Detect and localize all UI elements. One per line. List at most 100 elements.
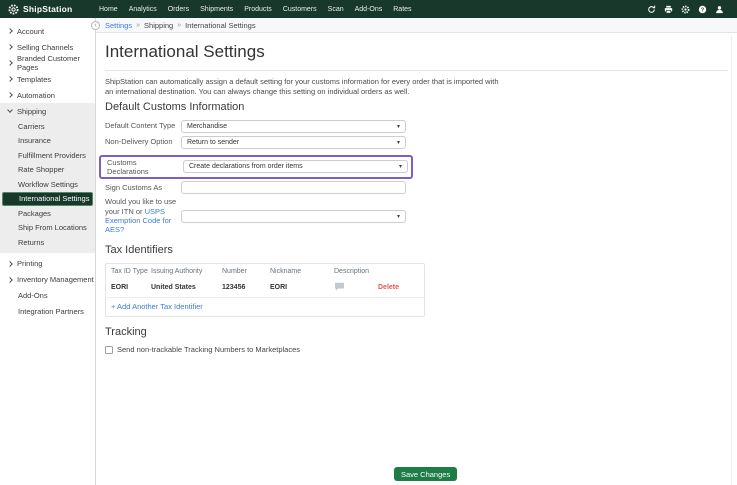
field-non-delivery-option: Non-Delivery Option Return to sender ▾ <box>105 135 728 149</box>
tracking-checkbox[interactable] <box>105 345 113 354</box>
sidebar-item-carriers[interactable]: Carriers <box>0 119 95 134</box>
sidebar-item-label: Packages <box>18 208 51 218</box>
caret-down-icon: ▾ <box>396 213 400 220</box>
sidebar-item-inventory-management[interactable]: Inventory Management <box>0 272 95 288</box>
sidebar-item-returns[interactable]: Returns <box>0 235 95 250</box>
select-value: Create declarations from order items <box>189 163 303 171</box>
cell-description <box>334 282 378 294</box>
sidebar-item-label: Integration Partners <box>18 307 84 316</box>
sidebar-item-integration-partners[interactable]: Integration Partners <box>0 304 95 320</box>
scrollbar-track[interactable] <box>731 36 737 485</box>
sidebar-item-insurance[interactable]: Insurance <box>0 134 95 149</box>
refresh-icon[interactable] <box>647 5 656 14</box>
sidebar-item-label: Returns <box>18 237 45 247</box>
table-header-row: Tax ID Type Issuing Authority Number Nic… <box>106 264 424 278</box>
customs-declarations-select[interactable]: Create declarations from order items ▾ <box>183 160 408 174</box>
sidebar-item-selling-channels[interactable]: Selling Channels <box>0 39 95 55</box>
printer-icon[interactable] <box>664 5 673 14</box>
sidebar-item-automation[interactable]: Automation <box>0 87 95 103</box>
sidebar-item-fulfillment-providers[interactable]: Fulfillment Providers <box>0 148 95 163</box>
sidebar-item-templates[interactable]: Templates <box>0 71 95 87</box>
sidebar-item-label: Insurance <box>18 136 51 146</box>
sidebar-item-label: Templates <box>17 74 52 84</box>
delete-tax-identifier-link[interactable]: Delete <box>378 284 419 291</box>
chevron-right-icon <box>7 276 13 283</box>
nav-orders[interactable]: Orders <box>168 6 189 13</box>
non-delivery-option-select[interactable]: Return to sender ▾ <box>181 135 406 149</box>
chevron-right-icon <box>7 260 13 267</box>
user-icon[interactable] <box>715 5 724 14</box>
default-content-type-select[interactable]: Merchandise ▾ <box>181 119 406 133</box>
breadcrumb-current: International Settings <box>185 20 256 30</box>
sidebar-item-printing[interactable]: Printing <box>0 256 95 272</box>
chevron-right-icon <box>7 44 13 50</box>
field-itn-exemption: Would you like to use your ITN or USPS E… <box>105 197 728 235</box>
nav-products[interactable]: Products <box>244 6 272 13</box>
sidebar-item-label: Branded Customer Pages <box>17 54 80 72</box>
sidebar-item-label: Ship From Locations <box>18 223 87 233</box>
tax-identifiers-table: Tax ID Type Issuing Authority Number Nic… <box>105 262 425 318</box>
chevron-down-icon <box>7 107 13 113</box>
gear-icon[interactable] <box>681 5 690 14</box>
field-label-text: Would you like to use your ITN or <box>105 197 177 216</box>
customs-section-heading: Default Customs Information <box>105 100 245 113</box>
tracking-checkbox-label[interactable]: Send non-trackable Tracking Numbers to M… <box>117 345 300 354</box>
chevron-right-icon <box>7 76 13 82</box>
sidebar-item-label: Fulfillment Providers <box>18 150 86 160</box>
cell-issuing-authority: United States <box>151 284 196 292</box>
sidebar-item-shipping[interactable]: Shipping <box>0 103 95 119</box>
breadcrumb-separator: » <box>177 21 182 29</box>
sidebar-item-rate-shopper[interactable]: Rate Shopper <box>0 163 95 178</box>
chevron-right-icon <box>7 28 13 34</box>
sidebar-item-label: Shipping <box>17 106 47 116</box>
nav-analytics[interactable]: Analytics <box>129 6 157 13</box>
breadcrumb-shipping[interactable]: Shipping <box>144 21 173 30</box>
field-label: Customs Declarations <box>107 157 149 176</box>
sidebar-item-label: Automation <box>17 90 55 100</box>
col-issuing-authority: Issuing Authority <box>151 267 203 275</box>
sidebar-item-label: Rate Shopper <box>18 165 65 175</box>
nav-home[interactable]: Home <box>99 6 118 13</box>
field-sign-customs-as: Sign Customs As <box>105 181 728 195</box>
main-panel: International Settings ShipStation can a… <box>96 33 737 354</box>
tracking-section-heading: Tracking <box>105 326 147 339</box>
sidebar-collapse-toggle[interactable]: ‹ <box>91 21 100 30</box>
save-changes-button[interactable]: Save Changes <box>394 467 458 481</box>
add-tax-identifier-link[interactable]: + Add Another Tax Identifier <box>106 298 424 316</box>
sidebar-item-ship-from-locations[interactable]: Ship From Locations <box>0 221 95 236</box>
sidebar-item-label: Workflow Settings <box>18 179 78 189</box>
svg-text:?: ? <box>701 7 704 13</box>
field-default-content-type: Default Content Type Merchandise ▾ <box>105 119 728 133</box>
page-title: International Settings <box>105 42 728 71</box>
comment-icon[interactable] <box>334 282 345 291</box>
sidebar-item-account[interactable]: Account <box>0 23 95 39</box>
sidebar-item-branded-customer-pages[interactable]: Branded Customer Pages <box>0 54 95 72</box>
breadcrumb-settings[interactable]: Settings <box>105 21 132 30</box>
sign-customs-as-input[interactable] <box>181 181 406 195</box>
shipstation-logo[interactable]: ShipStation <box>0 3 99 15</box>
sidebar-item-international-settings[interactable]: International Settings <box>2 191 93 206</box>
chevron-right-icon <box>7 92 13 98</box>
nav-shipments[interactable]: Shipments <box>200 6 233 13</box>
help-icon[interactable]: ? <box>698 5 707 14</box>
itn-exemption-select[interactable]: ▾ <box>181 209 406 223</box>
sidebar-item-packages[interactable]: Packages <box>0 206 95 221</box>
shipstation-gear-icon <box>8 3 19 15</box>
sidebar-item-label: Selling Channels <box>17 42 74 52</box>
nav-customers[interactable]: Customers <box>283 6 317 13</box>
sidebar-item-add-ons[interactable]: Add-Ons <box>0 288 95 304</box>
sidebar-item-label: Carriers <box>18 121 45 131</box>
sidebar-group-shipping: Shipping Carriers Insurance Fulfillment … <box>0 103 95 253</box>
sidebar-item-label: Inventory Management <box>17 275 94 284</box>
nav-rates[interactable]: Rates <box>393 6 411 13</box>
nav-scan[interactable]: Scan <box>328 6 344 13</box>
col-description: Description <box>334 267 370 275</box>
select-value: Return to sender <box>187 138 240 146</box>
col-tax-id-type: Tax ID Type <box>111 267 148 275</box>
tracking-checkbox-row: Send non-trackable Tracking Numbers to M… <box>105 345 728 354</box>
page: ShipStation Home Analytics Orders Shipme… <box>0 0 737 485</box>
nav-add-ons[interactable]: Add-Ons <box>355 6 383 13</box>
sidebar-item-workflow-settings[interactable]: Workflow Settings <box>0 177 95 192</box>
top-navigation-bar: ShipStation Home Analytics Orders Shipme… <box>0 0 737 18</box>
cell-nickname: EORI <box>270 284 288 292</box>
